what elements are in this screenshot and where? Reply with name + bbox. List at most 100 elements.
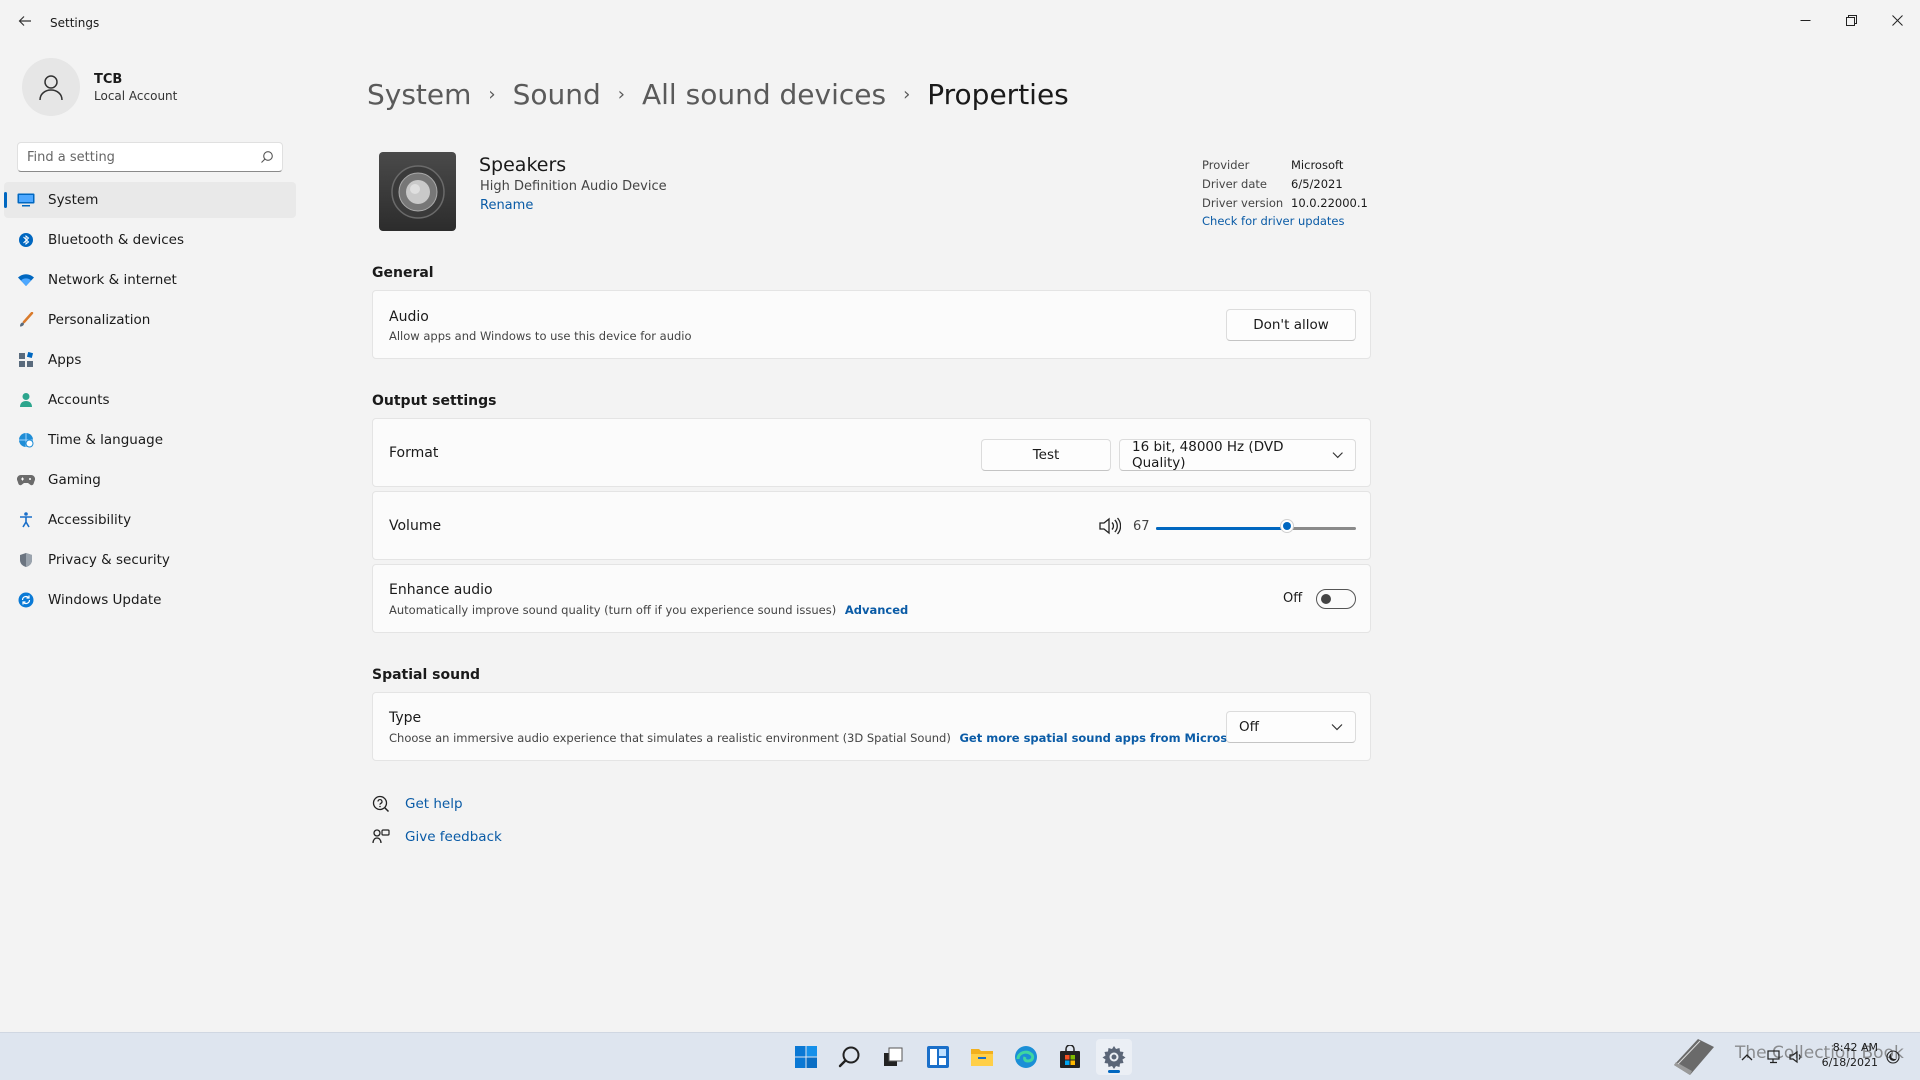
sidebar-item-windows-update[interactable]: Windows Update xyxy=(4,582,296,618)
minimize-button[interactable] xyxy=(1782,6,1828,34)
enhance-audio-toggle[interactable] xyxy=(1316,589,1356,609)
breadcrumb: System › Sound › All sound devices › Pro… xyxy=(367,78,1069,111)
spatial-type-dropdown[interactable]: Off xyxy=(1226,711,1356,743)
taskbar-edge-button[interactable] xyxy=(1008,1039,1044,1075)
accessibility-icon xyxy=(16,510,36,530)
breadcrumb-sound[interactable]: Sound xyxy=(513,78,601,111)
slider-thumb[interactable] xyxy=(1280,519,1294,533)
file-explorer-icon xyxy=(971,1049,993,1066)
sidebar-item-label: Accounts xyxy=(48,392,110,408)
sidebar-item-label: Network & internet xyxy=(48,272,177,288)
clock-date: 6/18/2021 xyxy=(1821,1056,1878,1069)
breadcrumb-all-sound-devices[interactable]: All sound devices xyxy=(642,78,886,111)
bluetooth-icon xyxy=(16,230,36,250)
tray-network-button[interactable] xyxy=(1766,1048,1784,1066)
sidebar-item-label: Bluetooth & devices xyxy=(48,232,185,248)
maximize-button[interactable] xyxy=(1828,6,1874,34)
give-feedback-link[interactable]: Give feedback xyxy=(405,829,502,845)
close-icon xyxy=(1891,14,1903,26)
driver-version-label: Driver version xyxy=(1202,196,1284,210)
get-help-row[interactable]: Get help xyxy=(372,795,463,813)
format-selected-value: 16 bit, 48000 Hz (DVD Quality) xyxy=(1132,439,1284,471)
network-icon xyxy=(1767,1050,1780,1064)
user-profile[interactable]: TCB Local Account xyxy=(22,58,177,116)
sidebar-item-personalization[interactable]: Personalization xyxy=(4,302,296,338)
taskbar-store-button[interactable] xyxy=(1052,1039,1088,1075)
sidebar-item-label: Accessibility xyxy=(48,512,132,528)
edge-icon xyxy=(1015,1046,1037,1068)
chevron-down-icon xyxy=(1331,724,1343,731)
breadcrumb-system[interactable]: System xyxy=(367,78,471,111)
dont-allow-button[interactable]: Don't allow xyxy=(1226,309,1356,341)
sidebar-item-privacy-security[interactable]: Privacy & security xyxy=(4,542,296,578)
speaker-volume-icon[interactable] xyxy=(1099,517,1121,535)
sidebar-item-accounts[interactable]: Accounts xyxy=(4,382,296,418)
taskbar-start-button[interactable] xyxy=(788,1039,824,1075)
section-spatial-title: Spatial sound xyxy=(372,667,481,683)
taskbar-search-button[interactable] xyxy=(832,1039,868,1075)
volume-value: 67 xyxy=(1133,519,1150,534)
format-title: Format xyxy=(389,445,439,461)
active-app-indicator xyxy=(1108,1070,1120,1073)
taskbar-file-explorer-button[interactable] xyxy=(964,1039,1000,1075)
audio-title: Audio xyxy=(389,309,429,325)
task-view-icon xyxy=(884,1047,903,1066)
get-help-link[interactable]: Get help xyxy=(405,796,463,812)
sidebar-item-apps[interactable]: Apps xyxy=(4,342,296,378)
minimize-icon xyxy=(1800,19,1810,21)
give-feedback-row[interactable]: Give feedback xyxy=(372,828,502,846)
close-button[interactable] xyxy=(1874,6,1920,34)
check-driver-updates-link[interactable]: Check for driver updates xyxy=(1202,214,1368,228)
enhance-audio-card: Enhance audio Automatically improve soun… xyxy=(372,564,1371,633)
volume-slider[interactable] xyxy=(1156,519,1356,534)
title-bar: Settings xyxy=(0,0,1920,48)
person-avatar-icon xyxy=(39,75,63,101)
test-button[interactable]: Test xyxy=(981,439,1111,471)
search-input[interactable] xyxy=(18,143,256,171)
driver-info: Provider Microsoft Driver date 6/5/2021 … xyxy=(1202,156,1368,228)
taskbar-widgets-button[interactable] xyxy=(920,1039,956,1075)
section-output-title: Output settings xyxy=(372,393,497,409)
driver-date-label: Driver date xyxy=(1202,177,1267,191)
sidebar-item-time-language[interactable]: Time & language xyxy=(4,422,296,458)
rename-link[interactable]: Rename xyxy=(480,198,533,213)
person-icon xyxy=(16,390,36,410)
taskbar-task-view-button[interactable] xyxy=(875,1039,911,1075)
enhance-audio-state: Off xyxy=(1283,591,1303,606)
enhance-audio-title: Enhance audio xyxy=(389,582,493,598)
search-box xyxy=(17,142,283,172)
spatial-type-subtitle: Choose an immersive audio experience tha… xyxy=(389,731,951,745)
clock-time: 8:42 AM xyxy=(1832,1041,1878,1054)
taskbar: The Collection Book 8:42 AM 6/18/2021 xyxy=(0,1032,1920,1080)
sidebar-item-label: Time & language xyxy=(48,432,164,448)
search-icon[interactable] xyxy=(260,150,274,164)
sidebar-nav: System Bluetooth & devices Network & int… xyxy=(4,182,296,622)
book-watermark-icon xyxy=(1674,1039,1714,1075)
start-icon xyxy=(795,1046,817,1068)
search-icon xyxy=(838,1046,860,1068)
sidebar-item-gaming[interactable]: Gaming xyxy=(4,462,296,498)
taskbar-settings-button[interactable] xyxy=(1096,1039,1132,1075)
enhance-audio-subtitle-row: Automatically improve sound quality (tur… xyxy=(389,603,908,617)
tray-overflow-button[interactable] xyxy=(1738,1048,1756,1066)
enhance-audio-subtitle: Automatically improve sound quality (tur… xyxy=(389,603,837,617)
help-chat-icon xyxy=(372,795,390,813)
sidebar-item-network[interactable]: Network & internet xyxy=(4,262,296,298)
spatial-type-selected-value: Off xyxy=(1239,719,1259,735)
sidebar-item-bluetooth[interactable]: Bluetooth & devices xyxy=(4,222,296,258)
slider-fill xyxy=(1156,527,1287,530)
back-button[interactable] xyxy=(14,12,36,34)
sidebar-item-accessibility[interactable]: Accessibility xyxy=(4,502,296,538)
volume-icon xyxy=(1789,1050,1801,1064)
taskbar-clock[interactable]: 8:42 AM 6/18/2021 xyxy=(1818,1040,1878,1070)
tray-volume-button[interactable] xyxy=(1788,1048,1806,1066)
spatial-type-title: Type xyxy=(389,710,422,726)
section-general-title: General xyxy=(372,265,434,281)
store-icon xyxy=(1060,1045,1080,1068)
driver-version-value: 10.0.22000.1 xyxy=(1291,196,1368,210)
format-dropdown[interactable]: 16 bit, 48000 Hz (DVD Quality) xyxy=(1119,439,1356,471)
advanced-link[interactable]: Advanced xyxy=(845,603,908,617)
moon-icon xyxy=(1886,1050,1900,1064)
sidebar-item-system[interactable]: System xyxy=(4,182,296,218)
tray-focus-assist-button[interactable] xyxy=(1884,1048,1902,1066)
